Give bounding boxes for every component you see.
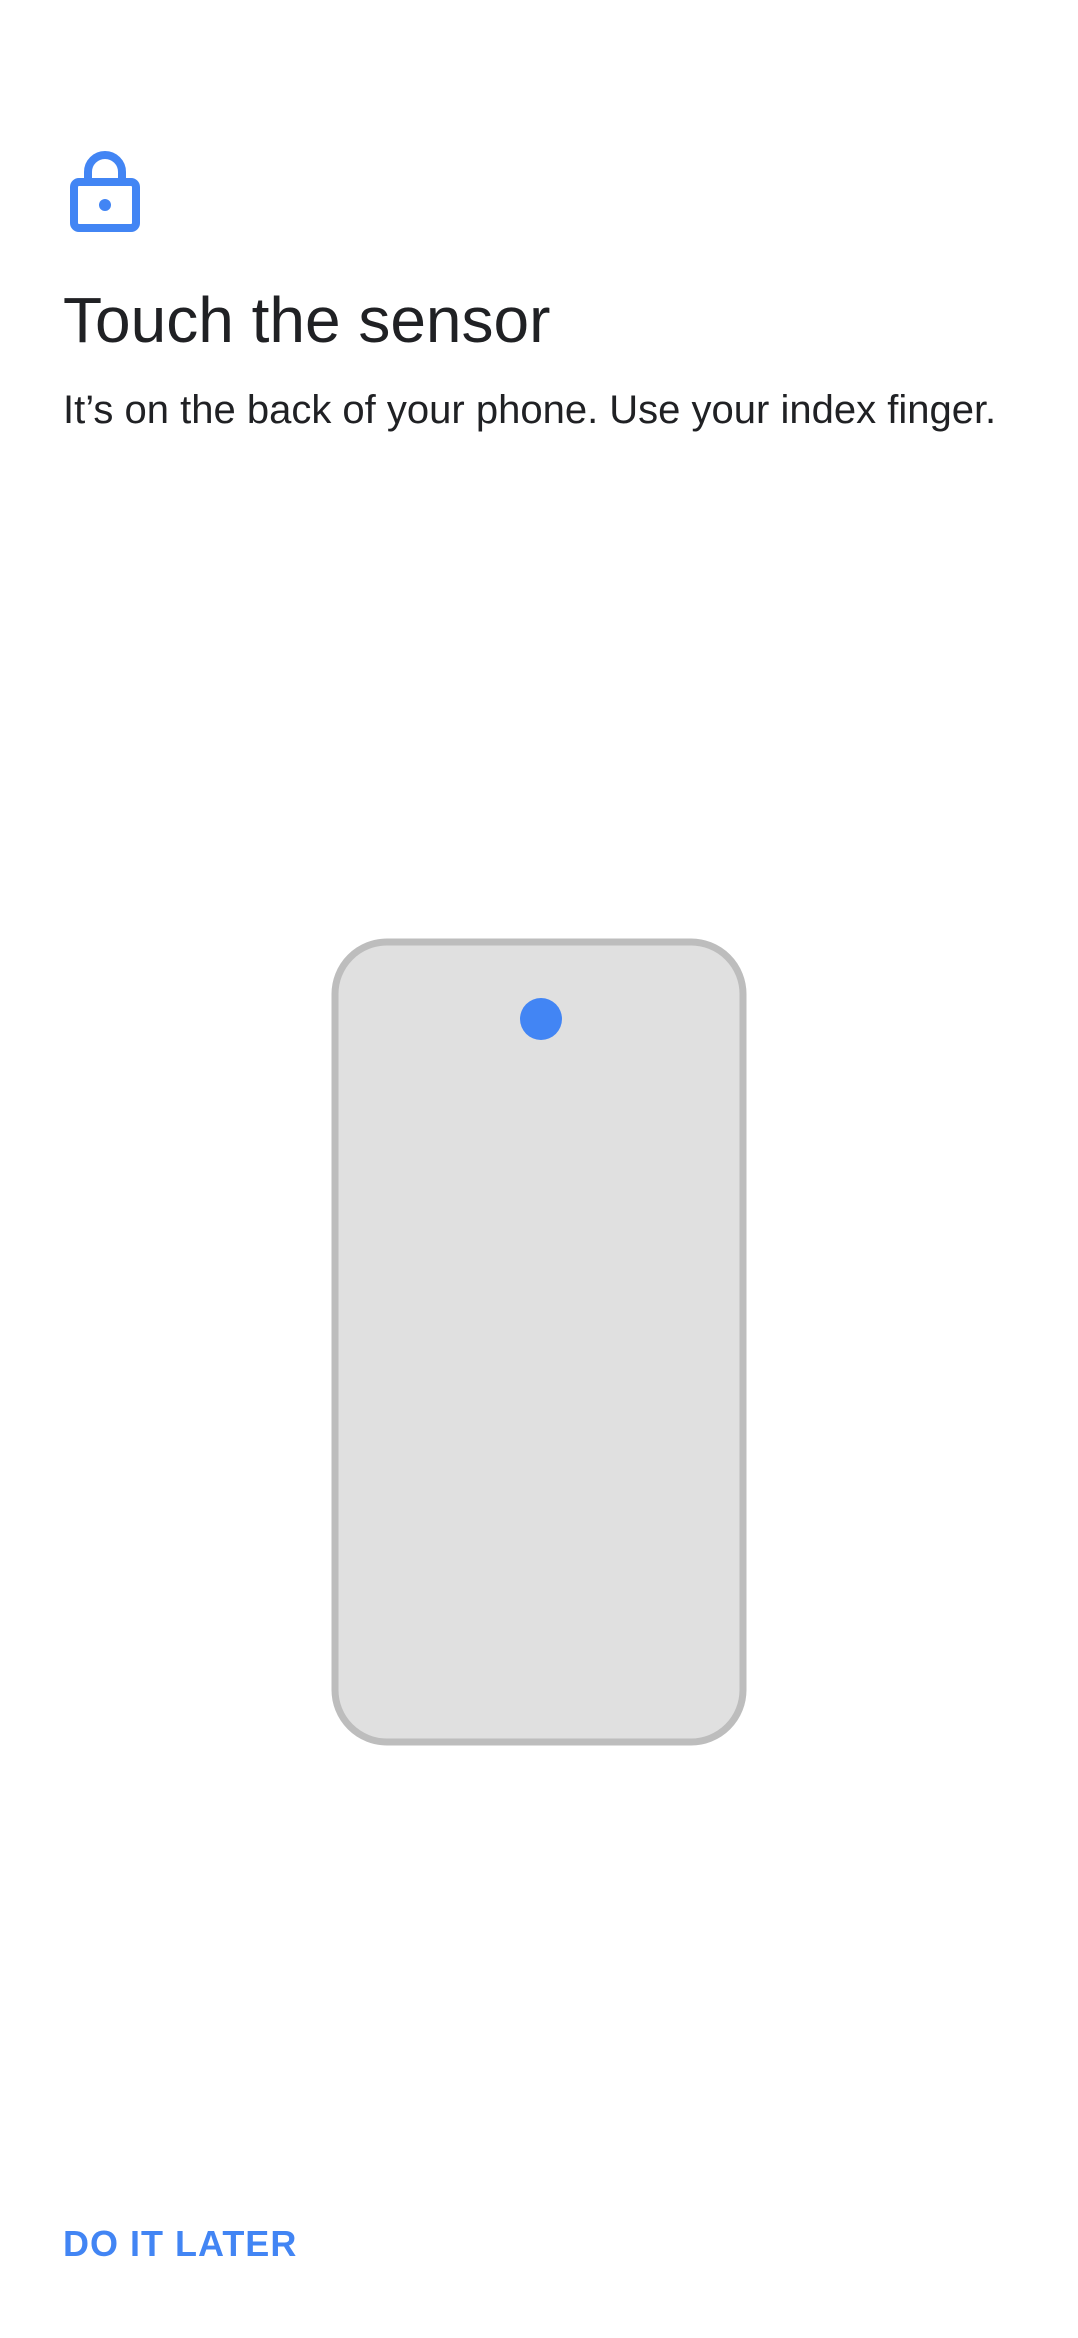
fingerprint-sensor-dot — [520, 998, 562, 1040]
lock-icon — [70, 151, 140, 232]
do-it-later-button[interactable]: DO IT LATER — [63, 2216, 297, 2272]
page-description: It’s on the back of your phone. Use your… — [63, 388, 997, 432]
phone-back-icon — [331, 938, 747, 1746]
page-title: Touch the sensor — [63, 284, 551, 356]
